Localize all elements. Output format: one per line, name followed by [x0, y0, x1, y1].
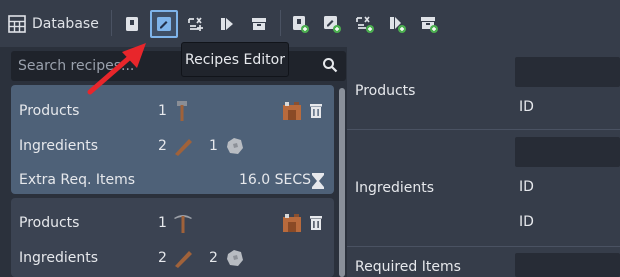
editor-products-label: Products [355, 83, 416, 99]
toolbar-separator [111, 10, 112, 36]
ingredients-label: Ingredients [19, 138, 98, 154]
recipe-ingredients-button[interactable] [183, 11, 209, 37]
add-action-button[interactable] [384, 11, 410, 37]
arrow-annotation [87, 43, 146, 95]
trash-icon[interactable] [309, 215, 323, 231]
pickaxe-icon [174, 215, 192, 233]
database-label: Database [32, 16, 99, 32]
products-count: 1 [158, 215, 167, 231]
box-add-icon [421, 17, 438, 33]
add-recipe-button[interactable] [319, 11, 345, 37]
book-add-icon [293, 16, 309, 33]
items-button[interactable] [119, 11, 145, 37]
editor-ingredients-label: Ingredients [355, 180, 434, 196]
workbench-icon[interactable] [282, 213, 302, 233]
required-items-field[interactable] [515, 253, 620, 277]
book-icon [126, 17, 138, 31]
workbench-icon[interactable] [282, 101, 302, 121]
add-storage-button[interactable] [416, 11, 442, 37]
trash-icon[interactable] [309, 103, 323, 119]
craft-time: 16.0 SECS [239, 172, 312, 188]
play-button[interactable] [214, 11, 240, 37]
ingredients-id-label: ID [519, 214, 534, 230]
stone-icon [227, 138, 243, 154]
ingredients-label: Ingredients [19, 250, 98, 266]
edit-add-icon [324, 16, 341, 33]
products-id-label: ID [519, 99, 534, 115]
hourglass-icon [312, 173, 324, 189]
hammer-icon [177, 101, 187, 121]
ingredient-count: 1 [209, 138, 218, 154]
play-add-icon [390, 17, 406, 33]
toolbar-separator [280, 10, 281, 36]
extra-items-label: Extra Req. Items [19, 172, 136, 188]
grid-icon [8, 15, 26, 33]
tooltip: Recipes Editor [181, 42, 289, 77]
edit-icon [157, 17, 171, 31]
wood-stick-icon [175, 251, 192, 268]
products-label: Products [19, 103, 80, 119]
play-icon [221, 18, 233, 30]
scrollbar-thumb[interactable] [339, 88, 345, 277]
add-ingredients-button[interactable] [352, 11, 378, 37]
ingredient-count: 2 [158, 250, 167, 266]
ingredient-count: 2 [158, 138, 167, 154]
required-items-label: Required Items [355, 259, 461, 275]
recipes-editor-button[interactable] [150, 10, 178, 38]
wood-stick-icon [175, 139, 192, 156]
section-divider [347, 246, 620, 247]
add-item-button[interactable] [287, 11, 313, 37]
shuffle-add-icon [356, 16, 374, 33]
stone-icon [227, 250, 243, 266]
shuffle-icon [188, 17, 203, 31]
search-icon[interactable] [322, 57, 338, 73]
ingredient-count: 2 [209, 250, 218, 266]
ingredients-id-label: ID [519, 179, 534, 195]
ingredients-field[interactable] [515, 137, 620, 167]
products-field[interactable] [515, 57, 620, 87]
section-divider [347, 129, 620, 130]
database-button[interactable]: Database [8, 12, 99, 36]
box-icon [252, 18, 266, 30]
products-count: 1 [158, 103, 167, 119]
storage-button[interactable] [246, 11, 272, 37]
products-label: Products [19, 215, 80, 231]
